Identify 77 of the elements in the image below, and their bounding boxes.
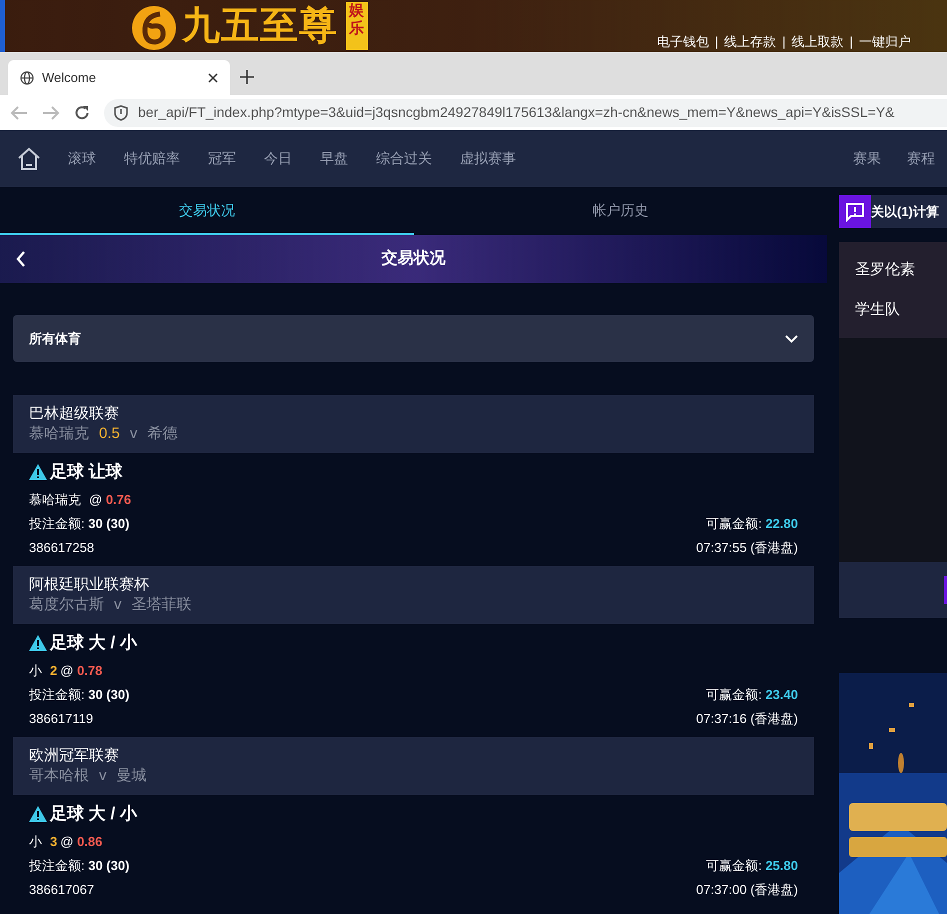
away-team: 希德 — [147, 424, 178, 444]
globe-icon — [20, 70, 34, 84]
odds-text: @ 0.76 — [89, 491, 132, 510]
ticket-number: 386617258 — [29, 539, 94, 558]
handicap-line: 0.5 — [99, 424, 120, 444]
win-text: 可赢金额: 25.80 — [706, 857, 798, 876]
versus-text: v — [130, 424, 138, 444]
link-separator: | — [782, 32, 786, 51]
feedback-icon — [845, 202, 865, 222]
address-bar[interactable]: ber_api/FT_index.php?mtype=3&uid=j3qsncgbm24927849l175613&langx=zh-cn&news_mem=Y&news_api=Y&isSSL=Y& — [104, 98, 947, 126]
home-icon[interactable] — [16, 146, 42, 170]
tab-title: Welcome — [42, 68, 96, 87]
logo-icon — [130, 4, 178, 52]
odds-text: @ 0.86 — [60, 833, 102, 852]
warning-icon — [29, 635, 47, 651]
pick-line: 3 — [50, 833, 58, 852]
browser-tab[interactable]: Welcome — [8, 60, 230, 95]
back-chevron-icon[interactable] — [16, 250, 26, 268]
league-name: 欧洲冠军联赛 — [29, 746, 119, 766]
nav-item[interactable]: 冠军 — [208, 148, 236, 169]
header-link[interactable]: 电子钱包 — [656, 32, 709, 51]
bet-time: 07:37:16 (香港盘) — [696, 710, 798, 728]
away-team: 圣塔菲联 — [132, 595, 192, 615]
logo-badge: 娱乐 — [346, 2, 368, 50]
header-link[interactable]: 线上取款 — [792, 32, 844, 51]
market-title: 足球 大 / 小 — [50, 632, 137, 654]
ticket-number: 386617119 — [29, 710, 94, 728]
warning-icon — [29, 464, 47, 480]
league-name: 阿根廷职业联赛杯 — [29, 575, 149, 595]
win-text: 可赢金额: 23.40 — [706, 686, 798, 704]
logo-text: 九五至尊 — [182, 7, 338, 45]
ticket-number: 386617067 — [29, 881, 94, 900]
nav-item[interactable]: 今日 — [264, 148, 292, 169]
team-item[interactable]: 圣罗伦素 — [839, 250, 915, 290]
link-separator: | — [714, 32, 718, 51]
new-tab-icon[interactable] — [240, 70, 254, 84]
pick-text: 小 — [29, 833, 42, 852]
chevron-down-icon — [785, 334, 798, 342]
tab[interactable]: 帐户历史 — [414, 187, 827, 235]
bet-time: 07:37:00 (香港盘) — [696, 881, 798, 900]
url-text: ber_api/FT_index.php?mtype=3&uid=j3qsncgbm24927849l175613&langx=zh-cn&news_mem=Y&news_api=Y&isSSL=Y& — [138, 103, 894, 122]
home-team: 慕哈瑞克 — [29, 424, 89, 444]
reload-icon[interactable] — [74, 104, 90, 120]
win-text: 可赢金额: 22.80 — [706, 515, 798, 534]
team-item[interactable]: 学生队 — [839, 290, 900, 330]
nav-item[interactable]: 特优赔率 — [124, 148, 180, 169]
versus-text: v — [114, 595, 122, 615]
notice-bar[interactable]: 关以(1)计算 — [839, 195, 947, 228]
bet-time: 07:37:55 (香港盘) — [696, 539, 798, 558]
nav-item[interactable]: 早盘 — [320, 148, 348, 169]
nav-item[interactable]: 综合过关 — [376, 148, 432, 169]
nav-item[interactable]: 滚球 — [68, 148, 96, 169]
link-separator: | — [850, 32, 853, 51]
close-icon[interactable] — [208, 72, 218, 82]
nav-item[interactable]: 赛程 — [907, 148, 935, 169]
market-title: 足球 让球 — [50, 461, 123, 484]
stake-text: 投注金额: 30 (30) — [29, 857, 130, 876]
away-team: 曼城 — [116, 766, 146, 786]
pick-text: 慕哈瑞克 — [29, 491, 81, 510]
league-name: 巴林超级联赛 — [29, 404, 119, 424]
stake-text: 投注金额: 30 (30) — [29, 515, 130, 534]
pick-text: 小 — [29, 662, 42, 680]
header-link[interactable]: 线上存款 — [724, 32, 776, 51]
warning-icon — [29, 806, 47, 822]
stake-text: 投注金额: 30 (30) — [29, 686, 130, 704]
sport-dropdown[interactable]: 所有体育 — [13, 315, 814, 362]
versus-text: v — [99, 766, 106, 786]
home-team: 哥本哈根 — [29, 766, 89, 786]
shield-icon — [114, 104, 128, 120]
home-team: 葛度尔古斯 — [29, 595, 104, 615]
market-title: 足球 大 / 小 — [50, 803, 137, 826]
pick-line: 2 — [50, 662, 58, 680]
nav-item[interactable]: 赛果 — [853, 148, 881, 169]
page-title: 交易状况 — [382, 248, 446, 269]
odds-text: @ 0.78 — [60, 662, 102, 680]
header-link[interactable]: 一键归户 — [859, 32, 911, 51]
nav-item[interactable]: 虚拟赛事 — [460, 148, 516, 169]
